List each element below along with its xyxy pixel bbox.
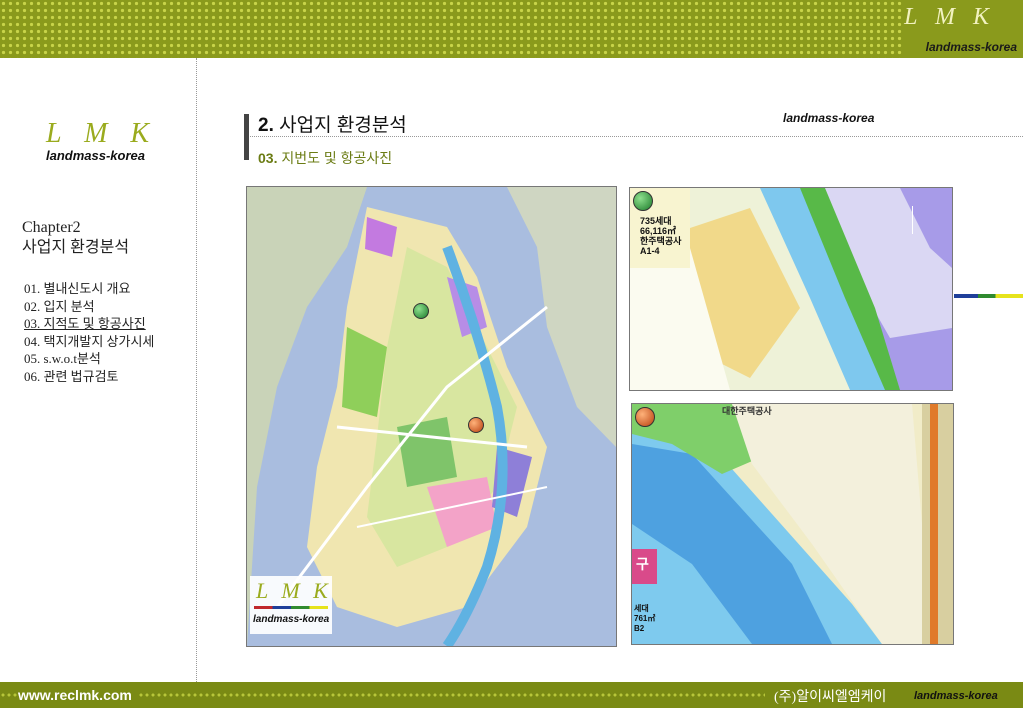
page-title-number: 2.	[258, 115, 274, 136]
map-marker-orange[interactable]	[468, 417, 484, 433]
detail-bottom-units: 세대	[634, 604, 649, 613]
overview-map-image: L M K landmass-korea	[246, 186, 617, 647]
footer-url-link[interactable]: www.reclmk.com	[18, 687, 138, 703]
detail-top-corp: 한주택공사	[640, 236, 682, 246]
title-accent-bar	[244, 114, 249, 160]
detail-map-top: 735세대 66,116㎡ 한주택공사 A1-4	[629, 187, 953, 391]
sidebar-divider	[196, 58, 197, 682]
toc-item-3-label[interactable]: 03. 지적도 및 항공사진	[24, 316, 146, 331]
header-brand-subtitle: landmass-korea	[925, 40, 1017, 54]
chapter-title: 사업지 환경분석	[22, 239, 130, 256]
chapter-heading: Chapter2 사업지 환경분석	[22, 218, 129, 258]
detail-bottom-parcel-info: 세대 761㎡ B2	[634, 604, 655, 634]
detail-top-units: 735세대	[640, 216, 672, 226]
page-subtitle-text: 지번도 및 항공사진	[281, 150, 393, 166]
detail-bottom-block: B2	[634, 624, 645, 633]
detail-top-area: 66,116㎡	[640, 226, 677, 236]
map-logo-stripe	[254, 606, 328, 609]
detail-bottom-district: 구	[636, 556, 649, 572]
detail-map-bottom: 대한주택공사 구 세대 761㎡ B2	[631, 403, 954, 645]
page-subtitle-number: 03.	[258, 150, 278, 166]
page-title: 2. 사업지 환경분석	[258, 110, 407, 137]
top-right-brand-label: landmass-korea	[783, 111, 875, 125]
sidebar-brand-logo: L M K	[46, 118, 158, 149]
detail-bottom-corp: 대한주택공사	[722, 406, 772, 416]
detail-top-block: A1-4	[640, 246, 660, 256]
table-of-contents: 01. 별내신도시 개요 02. 입지 분석 03. 지적도 및 항공사진 04…	[24, 280, 154, 385]
toc-item-6[interactable]: 06. 관련 법규검토	[24, 368, 154, 386]
toc-item-4[interactable]: 04. 택지개발지 상가시세	[24, 333, 154, 351]
map-logo-subtitle: landmass-korea	[253, 614, 330, 625]
chapter-number: Chapter2	[22, 219, 81, 236]
title-divider	[250, 136, 1023, 137]
page-subtitle: 03. 지번도 및 항공사진	[258, 148, 392, 168]
detail-top-marker-green[interactable]	[633, 191, 653, 211]
top-banner	[0, 0, 1023, 58]
toc-item-2[interactable]: 02. 입지 분석	[24, 298, 154, 316]
direction-arrow	[912, 206, 913, 234]
footer-company-name: (주)알이씨엘엠케이	[770, 686, 891, 706]
sidebar-brand-subtitle: landmass-korea	[46, 148, 145, 163]
map-marker-green[interactable]	[413, 303, 429, 319]
detail-map-bottom-graphic	[632, 404, 953, 644]
map-logo: L M K	[256, 578, 332, 603]
footer-company-subtitle: landmass-korea	[914, 690, 998, 702]
header-brand-logo: L M K	[904, 4, 995, 30]
detail-bottom-marker-orange[interactable]	[635, 407, 655, 427]
map-logo-overlay: L M K landmass-korea	[250, 576, 332, 634]
toc-item-3-active[interactable]: 03. 지적도 및 항공사진	[24, 315, 154, 333]
page-title-text: 사업지 환경분석	[279, 115, 407, 136]
detail-top-parcel-info: 735세대 66,116㎡ 한주택공사 A1-4	[640, 216, 681, 256]
toc-item-5[interactable]: 05. s.w.o.t분석	[24, 350, 154, 368]
toc-item-1[interactable]: 01. 별내신도시 개요	[24, 280, 154, 298]
detail-bottom-area: 761㎡	[634, 614, 656, 623]
decorative-color-stripe	[954, 294, 1023, 298]
